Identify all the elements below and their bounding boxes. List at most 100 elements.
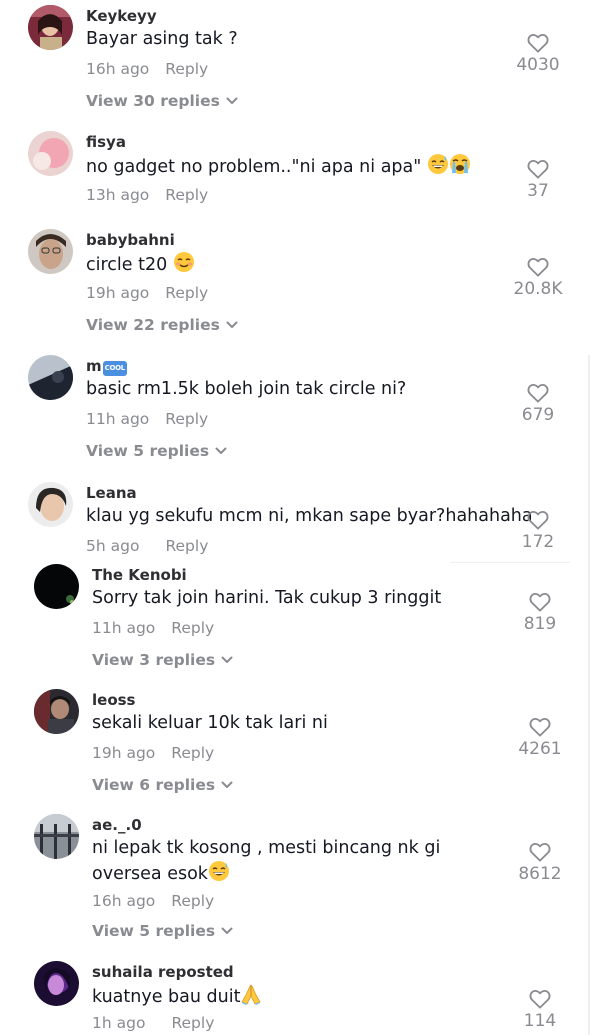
comment-meta: 11h ago Reply bbox=[86, 410, 208, 428]
reply-button[interactable]: Reply bbox=[171, 1014, 214, 1032]
comment-text: no gadget no problem.."ni apa ni apa" bbox=[86, 153, 471, 182]
view-replies-button[interactable]: View 5 replies bbox=[86, 441, 227, 460]
reply-button[interactable]: Reply bbox=[165, 284, 208, 302]
comment-text: kuatnye bau duit bbox=[92, 983, 262, 1012]
like-count: 4030 bbox=[516, 55, 560, 75]
comment-username[interactable]: leoss bbox=[92, 691, 135, 709]
like-button[interactable]: 20.8K bbox=[508, 257, 568, 299]
like-count: 4261 bbox=[518, 739, 562, 759]
avatar[interactable] bbox=[34, 689, 79, 734]
like-button[interactable]: 37 bbox=[508, 159, 568, 201]
heart-outline-icon bbox=[527, 33, 549, 53]
comment-time: 11h ago bbox=[86, 410, 150, 428]
heart-outline-icon bbox=[527, 159, 549, 179]
like-button[interactable]: 172 bbox=[508, 510, 568, 552]
reply-button[interactable]: Reply bbox=[165, 410, 208, 428]
like-count: 679 bbox=[521, 405, 555, 425]
comment-text-body: ni lepak tk kosong , mesti bincang nk gi… bbox=[92, 838, 441, 884]
chevron-down-icon bbox=[226, 315, 238, 333]
heart-outline-icon bbox=[529, 717, 551, 737]
comment-meta: 5h ago Reply bbox=[86, 537, 208, 555]
heart-outline-icon bbox=[529, 989, 551, 1009]
comment-text: klau yg sekufu mcm ni, mkan sape byar?ha… bbox=[86, 506, 533, 526]
heart-outline-icon bbox=[527, 383, 549, 403]
view-replies-label: View 5 replies bbox=[92, 922, 216, 940]
comment-meta: 16h ago Reply bbox=[86, 60, 208, 78]
avatar[interactable] bbox=[34, 814, 79, 859]
comment-username[interactable]: Keykeyy bbox=[86, 7, 157, 25]
comment-username[interactable]: ae._.0 bbox=[92, 816, 142, 834]
comment-username[interactable]: babybahni bbox=[86, 231, 175, 249]
like-button[interactable]: 4261 bbox=[510, 717, 570, 759]
heart-outline-icon bbox=[527, 510, 549, 530]
reply-button[interactable]: Reply bbox=[165, 60, 208, 78]
comment-meta: 19h ago Reply bbox=[86, 284, 208, 302]
view-replies-label: View 22 replies bbox=[86, 316, 220, 334]
comment-username[interactable]: Leana bbox=[86, 484, 137, 502]
comment-text-body: circle t20 bbox=[86, 255, 168, 275]
view-replies-label: View 5 replies bbox=[86, 442, 210, 460]
comment-username-text: m bbox=[86, 357, 102, 375]
avatar[interactable] bbox=[34, 961, 79, 1006]
view-replies-label: View 3 replies bbox=[92, 651, 216, 669]
comment-text: ni lepak tk kosong , mesti bincang nk gi… bbox=[92, 836, 512, 889]
view-replies-button[interactable]: View 3 replies bbox=[92, 650, 233, 669]
comment-time: 5h ago bbox=[86, 537, 140, 555]
like-count: 8612 bbox=[518, 864, 562, 884]
view-replies-label: View 30 replies bbox=[86, 92, 220, 110]
view-replies-label: View 6 replies bbox=[92, 776, 216, 794]
comment-time: 13h ago bbox=[86, 186, 150, 204]
comment-time: 1h ago bbox=[92, 1014, 146, 1032]
avatar[interactable] bbox=[28, 229, 73, 274]
comment-text-body: no gadget no problem.."ni apa ni apa" bbox=[86, 157, 422, 177]
cool-badge: COOL bbox=[102, 361, 127, 376]
comment-username[interactable]: m COOL bbox=[86, 357, 127, 376]
reply-button[interactable]: Reply bbox=[171, 892, 214, 910]
avatar[interactable] bbox=[28, 5, 73, 50]
like-count: 20.8K bbox=[513, 279, 563, 299]
like-count: 172 bbox=[521, 532, 555, 552]
chevron-down-icon bbox=[221, 921, 233, 939]
grinning-sweat-emoji bbox=[208, 860, 230, 889]
comment-text: Bayar asing tak ? bbox=[86, 29, 238, 49]
like-button[interactable]: 114 bbox=[510, 989, 570, 1031]
chevron-down-icon bbox=[221, 650, 233, 668]
comment-text: Sorry tak join harini. Tak cukup 3 ringg… bbox=[92, 588, 442, 608]
like-count: 37 bbox=[527, 181, 549, 201]
reply-button[interactable]: Reply bbox=[171, 619, 214, 637]
like-button[interactable]: 8612 bbox=[510, 842, 570, 884]
like-button[interactable]: 4030 bbox=[508, 33, 568, 75]
avatar[interactable] bbox=[34, 564, 79, 609]
comment-username[interactable]: The Kenobi bbox=[92, 566, 187, 584]
comment-meta: 13h ago Reply bbox=[86, 186, 208, 204]
comment-username[interactable]: fisya bbox=[86, 133, 126, 151]
reply-button[interactable]: Reply bbox=[165, 186, 208, 204]
chevron-down-icon bbox=[226, 91, 238, 109]
view-replies-button[interactable]: View 6 replies bbox=[92, 775, 233, 794]
divider bbox=[450, 562, 570, 563]
avatar[interactable] bbox=[28, 482, 73, 527]
like-button[interactable]: 819 bbox=[510, 592, 570, 634]
comment-text: circle t20 bbox=[86, 251, 195, 280]
comment-time: 19h ago bbox=[86, 284, 150, 302]
grinning-sweat-emoji bbox=[427, 153, 449, 182]
comment-time: 16h ago bbox=[86, 60, 150, 78]
heart-outline-icon bbox=[527, 257, 549, 277]
chevron-down-icon bbox=[215, 441, 227, 459]
reply-button[interactable]: Reply bbox=[171, 744, 214, 762]
comment-meta: 16h ago Reply bbox=[92, 892, 214, 910]
view-replies-button[interactable]: View 5 replies bbox=[92, 921, 233, 940]
view-replies-button[interactable]: View 22 replies bbox=[86, 315, 238, 334]
reply-button[interactable]: Reply bbox=[165, 537, 208, 555]
heart-outline-icon bbox=[529, 592, 551, 612]
avatar[interactable] bbox=[28, 355, 73, 400]
avatar[interactable] bbox=[28, 131, 73, 176]
comment-time: 11h ago bbox=[92, 619, 156, 637]
like-button[interactable]: 679 bbox=[508, 383, 568, 425]
like-count: 819 bbox=[523, 614, 557, 634]
comment-time: 16h ago bbox=[92, 892, 156, 910]
view-replies-button[interactable]: View 30 replies bbox=[86, 91, 238, 110]
comment-time: 19h ago bbox=[92, 744, 156, 762]
comment-username[interactable]: suhaila reposted bbox=[92, 963, 234, 981]
chevron-down-icon bbox=[221, 775, 233, 793]
